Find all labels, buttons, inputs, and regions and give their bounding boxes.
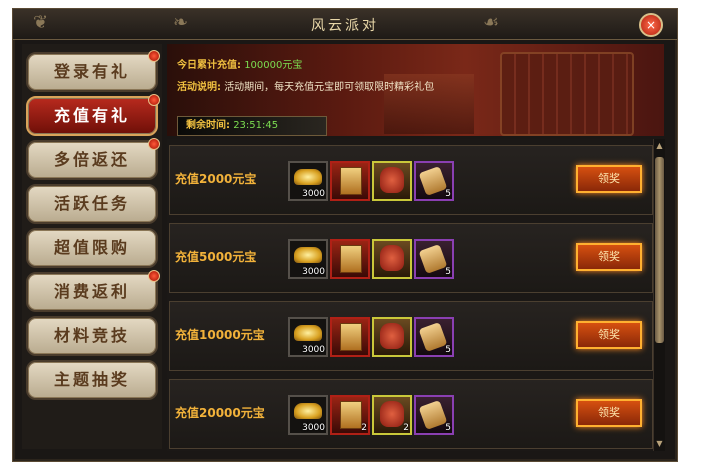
close-button[interactable]: × (639, 13, 663, 37)
title-bar: ❦ ❧ 风云派对 ☙ × (13, 9, 677, 40)
notification-dot-icon (148, 94, 160, 106)
reward-row: 充值10000元宝 3000 5 领奖 (169, 301, 653, 371)
scroll-up-icon[interactable]: ▲ (655, 141, 664, 151)
event-description-line: 活动说明: 活动期间，每天充值元宝即可领取限时精彩礼包 (177, 78, 434, 93)
scrollbar-thumb[interactable] (655, 157, 664, 343)
sidebar-item-value-limited[interactable]: 超值限购 (26, 228, 158, 268)
red-bag-icon[interactable]: 2 (372, 395, 412, 435)
reward-list: 充值2000元宝 3000 5 领奖 充值5000元宝 3000 5 领奖 充值… (167, 139, 653, 451)
total-recharge-value: 100000元宝 (244, 60, 303, 71)
sidebar-item-login-gift[interactable]: 登录有礼 (26, 50, 160, 92)
remaining-time-label: 剩余时间: (186, 120, 230, 131)
sidebar-item-label: 材料竞技 (53, 326, 130, 345)
claim-button[interactable]: 领奖 (576, 321, 642, 349)
horn-icon[interactable]: 5 (414, 161, 454, 201)
item-quantity: 3000 (302, 423, 325, 433)
item-quantity: 3000 (302, 267, 325, 277)
sidebar: 登录有礼 充值有礼 多倍返还 活跃任务 超值限购 消费返利 材料竞技 主题抽奖 (22, 44, 162, 449)
event-description-label: 活动说明: (177, 82, 221, 93)
red-bag-icon[interactable] (372, 239, 412, 279)
sidebar-item-label: 充值有礼 (53, 106, 130, 125)
sidebar-item-label: 登录有礼 (53, 62, 130, 81)
banner-building-image (500, 52, 634, 136)
sidebar-item-label: 活跃任务 (53, 194, 130, 213)
claim-button[interactable]: 领奖 (576, 399, 642, 427)
notification-dot-icon (148, 270, 160, 282)
scroll-icon[interactable]: 2 (330, 395, 370, 435)
sidebar-item-label: 消费返利 (53, 282, 130, 301)
scroll-icon[interactable] (330, 239, 370, 279)
sidebar-item-active-tasks[interactable]: 活跃任务 (26, 184, 158, 224)
reward-row: 充值20000元宝 3000 2 2 5 领奖 (169, 379, 653, 449)
item-quantity: 3000 (302, 345, 325, 355)
red-bag-icon[interactable] (372, 317, 412, 357)
item-quantity: 5 (445, 189, 451, 199)
event-description-text: 活动期间，每天充值元宝即可领取限时精彩礼包 (224, 82, 435, 93)
sidebar-item-material-contest[interactable]: 材料竞技 (26, 316, 158, 356)
reward-row-label: 充值5000元宝 (175, 250, 257, 264)
claim-button[interactable]: 领奖 (576, 165, 642, 193)
gold-ingot-icon[interactable]: 3000 (288, 161, 328, 201)
reward-row: 充值2000元宝 3000 5 领奖 (169, 145, 653, 215)
gold-ingot-icon[interactable]: 3000 (288, 239, 328, 279)
sidebar-item-label: 超值限购 (53, 238, 130, 257)
item-quantity: 2 (403, 423, 409, 433)
sidebar-item-recharge-gift[interactable]: 充值有礼 (26, 94, 160, 136)
remaining-time-value: 23:51:45 (233, 120, 279, 131)
scroll-icon[interactable] (330, 161, 370, 201)
sidebar-item-label: 主题抽奖 (53, 370, 130, 389)
notification-dot-icon (148, 50, 160, 62)
item-quantity: 3000 (302, 189, 325, 199)
sidebar-item-multi-return[interactable]: 多倍返还 (26, 138, 160, 180)
sidebar-item-theme-lottery[interactable]: 主题抽奖 (26, 360, 158, 400)
window-title: 风云派对 (311, 18, 379, 34)
item-quantity: 2 (361, 423, 367, 433)
scroll-icon[interactable] (330, 317, 370, 357)
reward-row-label: 充值10000元宝 (175, 328, 265, 342)
scroll-down-icon[interactable]: ▼ (655, 439, 664, 449)
notification-dot-icon (148, 138, 160, 150)
red-bag-icon[interactable] (372, 161, 412, 201)
event-banner: 今日累计充值: 100000元宝 活动说明: 活动期间，每天充值元宝即可领取限时… (167, 44, 664, 136)
right-scroll-ornament-icon: ☙ (483, 12, 500, 33)
event-window: ❦ ❧ 风云派对 ☙ × 登录有礼 充值有礼 多倍返还 活跃任务 超值限购 消费… (12, 8, 678, 462)
reward-row: 充值5000元宝 3000 5 领奖 (169, 223, 653, 293)
total-recharge-line: 今日累计充值: 100000元宝 (177, 56, 302, 71)
sidebar-item-label: 多倍返还 (53, 150, 130, 169)
gold-ingot-icon[interactable]: 3000 (288, 317, 328, 357)
reward-row-label: 充值20000元宝 (175, 406, 265, 420)
reward-row-label: 充值2000元宝 (175, 172, 257, 186)
item-quantity: 5 (445, 345, 451, 355)
horn-icon[interactable]: 5 (414, 317, 454, 357)
total-recharge-label: 今日累计充值: (177, 60, 241, 71)
horn-icon[interactable]: 5 (414, 239, 454, 279)
remaining-time-box: 剩余时间: 23:51:45 (177, 116, 327, 136)
item-quantity: 5 (445, 267, 451, 277)
claim-button[interactable]: 领奖 (576, 243, 642, 271)
list-scrollbar[interactable]: ▲ ▼ (653, 139, 665, 451)
gold-ingot-icon[interactable]: 3000 (288, 395, 328, 435)
horn-icon[interactable]: 5 (414, 395, 454, 435)
item-quantity: 5 (445, 423, 451, 433)
sidebar-item-spend-rebate[interactable]: 消费返利 (26, 270, 160, 312)
